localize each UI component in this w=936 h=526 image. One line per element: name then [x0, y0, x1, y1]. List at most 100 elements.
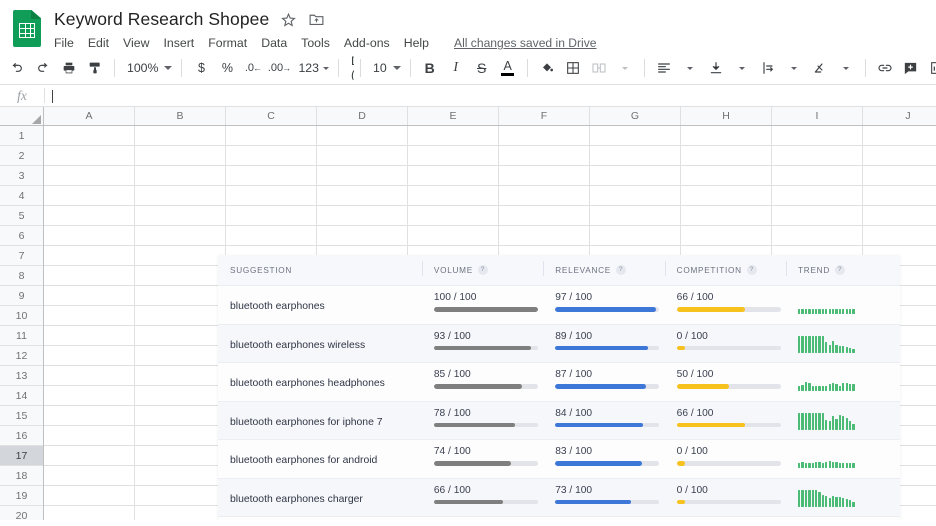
undo-icon[interactable] — [4, 55, 30, 81]
font-size-select[interactable]: 10 — [367, 55, 404, 81]
row-header-16[interactable]: 16 — [0, 426, 43, 446]
vertical-align-caret-icon[interactable] — [729, 55, 755, 81]
row-header-1[interactable]: 1 — [0, 126, 43, 146]
cell-E3[interactable] — [408, 166, 499, 186]
cell-E4[interactable] — [408, 186, 499, 206]
formula-input[interactable] — [45, 88, 936, 103]
cell-H5[interactable] — [681, 206, 772, 226]
cell-C3[interactable] — [226, 166, 317, 186]
insert-chart-icon[interactable] — [924, 55, 936, 81]
paint-format-icon[interactable] — [82, 55, 108, 81]
cell-B18[interactable] — [135, 466, 226, 486]
text-color-button[interactable]: A — [495, 55, 521, 81]
cell-F1[interactable] — [499, 126, 590, 146]
column-header-h[interactable]: H — [681, 107, 772, 125]
cell-B5[interactable] — [135, 206, 226, 226]
cell-B17[interactable] — [135, 446, 226, 466]
row-header-9[interactable]: 9 — [0, 286, 43, 306]
cell-A13[interactable] — [44, 366, 135, 386]
column-header-d[interactable]: D — [317, 107, 408, 125]
row-header-17[interactable]: 17 — [0, 446, 43, 466]
row-header-18[interactable]: 18 — [0, 466, 43, 486]
cell-B20[interactable] — [135, 506, 226, 520]
cell-G4[interactable] — [590, 186, 681, 206]
keyword-table-row[interactable]: bluetooth earphones headphones 85 / 100 87… — [218, 362, 900, 401]
strikethrough-button[interactable]: S — [469, 55, 495, 81]
cell-A11[interactable] — [44, 326, 135, 346]
bold-button[interactable]: B — [417, 55, 443, 81]
menu-item-view[interactable]: View — [116, 34, 156, 52]
text-rotation-caret-icon[interactable] — [833, 55, 859, 81]
row-header-15[interactable]: 15 — [0, 406, 43, 426]
help-icon-relevance[interactable]: ? — [616, 265, 627, 275]
insert-link-icon[interactable] — [872, 55, 898, 81]
cell-I1[interactable] — [772, 126, 863, 146]
cell-A14[interactable] — [44, 386, 135, 406]
menu-item-edit[interactable]: Edit — [81, 34, 116, 52]
help-icon-competition[interactable]: ? — [746, 265, 757, 275]
cell-E2[interactable] — [408, 146, 499, 166]
keyword-table-row[interactable]: bluetooth earphones for iphone 7 78 / 100… — [218, 400, 900, 439]
more-formats-select[interactable]: 123 — [292, 55, 332, 81]
redo-icon[interactable] — [30, 55, 56, 81]
cell-B6[interactable] — [135, 226, 226, 246]
cell-H6[interactable] — [681, 226, 772, 246]
cell-C5[interactable] — [226, 206, 317, 226]
cell-B2[interactable] — [135, 146, 226, 166]
cell-J5[interactable] — [863, 206, 936, 226]
column-header-b[interactable]: B — [135, 107, 226, 125]
row-header-13[interactable]: 13 — [0, 366, 43, 386]
fill-color-icon[interactable] — [534, 55, 560, 81]
menu-item-addons[interactable]: Add-ons — [337, 34, 397, 52]
cell-D6[interactable] — [317, 226, 408, 246]
cell-B1[interactable] — [135, 126, 226, 146]
currency-format-button[interactable]: $ — [188, 55, 214, 81]
increase-decimal-button[interactable]: .00 → — [266, 55, 292, 81]
cell-G1[interactable] — [590, 126, 681, 146]
cell-H2[interactable] — [681, 146, 772, 166]
row-header-3[interactable]: 3 — [0, 166, 43, 186]
borders-icon[interactable] — [560, 55, 586, 81]
cell-B16[interactable] — [135, 426, 226, 446]
cell-A12[interactable] — [44, 346, 135, 366]
cell-D2[interactable] — [317, 146, 408, 166]
row-header-4[interactable]: 4 — [0, 186, 43, 206]
cell-B13[interactable] — [135, 366, 226, 386]
cell-D3[interactable] — [317, 166, 408, 186]
keyword-table-row[interactable]: bluetooth earphones bluetooth speaker61 … — [218, 516, 900, 520]
move-to-folder-icon[interactable] — [308, 11, 325, 28]
cell-B19[interactable] — [135, 486, 226, 506]
cell-C4[interactable] — [226, 186, 317, 206]
cell-F2[interactable] — [499, 146, 590, 166]
cell-J1[interactable] — [863, 126, 936, 146]
cell-C1[interactable] — [226, 126, 317, 146]
cell-F5[interactable] — [499, 206, 590, 226]
cell-B15[interactable] — [135, 406, 226, 426]
row-header-5[interactable]: 5 — [0, 206, 43, 226]
cell-A19[interactable] — [44, 486, 135, 506]
google-sheets-icon[interactable] — [10, 9, 44, 49]
row-header-7[interactable]: 7 — [0, 246, 43, 266]
cell-I3[interactable] — [772, 166, 863, 186]
row-header-20[interactable]: 20 — [0, 506, 43, 521]
row-header-12[interactable]: 12 — [0, 346, 43, 366]
menu-item-file[interactable]: File — [54, 34, 81, 52]
cell-F6[interactable] — [499, 226, 590, 246]
menu-item-tools[interactable]: Tools — [294, 34, 337, 52]
cell-J2[interactable] — [863, 146, 936, 166]
horizontal-align-caret-icon[interactable] — [677, 55, 703, 81]
cell-A9[interactable] — [44, 286, 135, 306]
decrease-decimal-button[interactable]: .0 ← — [240, 55, 266, 81]
column-header-j[interactable]: J — [863, 107, 936, 125]
row-header-10[interactable]: 10 — [0, 306, 43, 326]
column-header-e[interactable]: E — [408, 107, 499, 125]
cell-A15[interactable] — [44, 406, 135, 426]
cell-A3[interactable] — [44, 166, 135, 186]
column-header-i[interactable]: I — [772, 107, 863, 125]
cell-F3[interactable] — [499, 166, 590, 186]
cell-E6[interactable] — [408, 226, 499, 246]
cell-B10[interactable] — [135, 306, 226, 326]
cell-B8[interactable] — [135, 266, 226, 286]
font-family-select[interactable]: Default (Ari... — [345, 55, 354, 81]
merge-cells-caret-icon[interactable] — [612, 55, 638, 81]
